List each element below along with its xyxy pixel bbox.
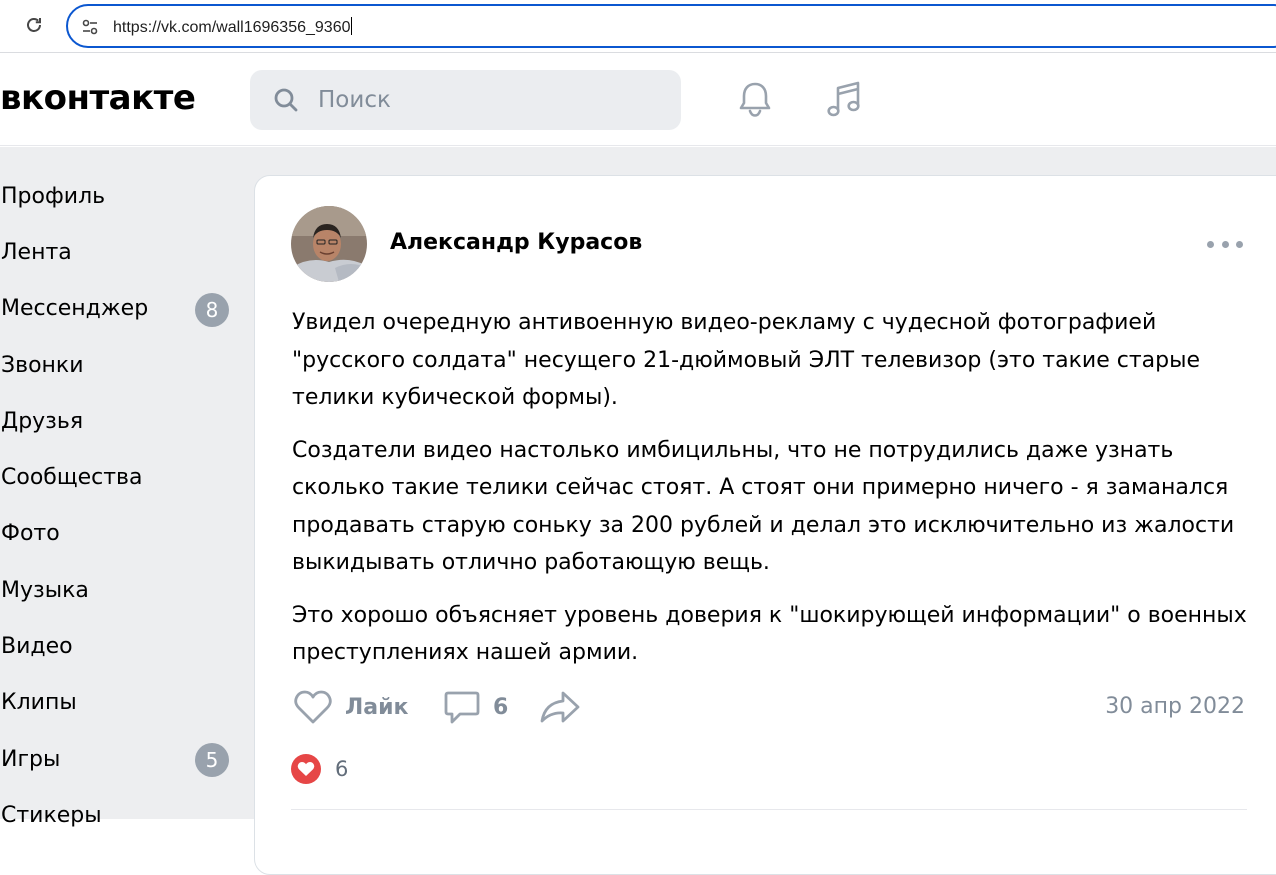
post-paragraph: Увидел очередную антивоенную видео-рекла… — [292, 310, 1200, 410]
post-card: Александр Курасов Увидел очередную антив… — [254, 175, 1276, 875]
search-icon — [274, 88, 298, 112]
share-arrow-icon — [540, 691, 580, 723]
sidebar-item-messenger[interactable]: Мессенджер 8 — [0, 281, 240, 337]
sidebar-item-music[interactable]: Музыка — [0, 562, 240, 618]
author-avatar[interactable] — [291, 206, 367, 282]
avatar-photo — [291, 206, 367, 282]
heart-outline-icon — [294, 690, 332, 724]
search-input[interactable] — [316, 70, 656, 130]
divider — [291, 809, 1247, 810]
post-paragraph: Создатели видео настолько имбицильны, чт… — [292, 437, 1235, 576]
sidebar-item-label: Стикеры — [1, 802, 102, 828]
reaction-count: 6 — [335, 757, 349, 781]
sidebar-item-label: Лента — [1, 239, 72, 265]
sidebar-item-label: Мессенджер — [1, 296, 149, 322]
sidebar-item-video[interactable]: Видео — [0, 618, 240, 674]
url-text[interactable]: https://vk.com/wall1696356_9360 — [113, 17, 353, 37]
site-header: вконтакте — [0, 54, 1276, 146]
sidebar-item-clips[interactable]: Клипы — [0, 675, 240, 731]
post-date[interactable]: 30 апр 2022 — [1105, 694, 1245, 719]
sidebar-item-label: Фото — [1, 521, 60, 547]
comment-icon — [444, 691, 480, 724]
search-box[interactable] — [250, 70, 681, 130]
post-author-name[interactable]: Александр Курасов — [390, 230, 642, 255]
more-dot-icon — [1221, 240, 1229, 248]
sidebar-item-label: Игры — [1, 746, 61, 772]
like-button[interactable]: Лайк — [293, 687, 408, 727]
post-text: Увидел очередную антивоенную видео-рекла… — [292, 304, 1267, 687]
post-actions: Лайк 6 30 апр 2022 — [293, 687, 1253, 727]
sidebar-item-photos[interactable]: Фото — [0, 506, 240, 562]
unread-count-badge: 8 — [195, 292, 229, 327]
sidebar-item-label: Профиль — [1, 183, 106, 209]
post-paragraph: Это хорошо объясняет уровень доверия к "… — [292, 602, 1247, 666]
reload-icon — [27, 18, 41, 32]
address-bar[interactable]: https://vk.com/wall1696356_9360 — [66, 4, 1276, 48]
sidebar-item-games[interactable]: Игры 5 — [0, 731, 240, 787]
text-caret — [351, 17, 353, 35]
more-dot-icon — [1207, 240, 1214, 248]
notifications-button[interactable] — [733, 78, 777, 122]
reload-button[interactable] — [22, 13, 46, 37]
more-dot-icon — [1236, 240, 1243, 248]
sidebar-item-feed[interactable]: Лента — [0, 224, 240, 280]
sidebar-item-label: Звонки — [1, 352, 84, 378]
heart-reaction-icon — [291, 754, 321, 784]
sidebar-item-calls[interactable]: Звонки — [0, 337, 240, 393]
sidebar-item-label: Клипы — [1, 690, 77, 716]
reactions-summary[interactable]: 6 — [291, 753, 348, 785]
site-info-icon[interactable] — [80, 17, 100, 37]
music-button[interactable] — [822, 78, 866, 122]
sidebar-item-label: Сообщества — [1, 465, 143, 491]
comment-button[interactable]: 6 — [443, 687, 508, 727]
like-label: Лайк — [345, 694, 409, 720]
comment-count: 6 — [493, 694, 509, 720]
browser-toolbar: https://vk.com/wall1696356_9360 — [0, 0, 1276, 53]
left-sidebar: Профиль Лента Мессенджер 8 Звонки Друзья… — [0, 168, 240, 844]
sidebar-item-label: Музыка — [1, 577, 89, 603]
share-button[interactable] — [539, 687, 581, 727]
vk-logo[interactable]: вконтакте — [0, 78, 196, 118]
games-count-badge: 5 — [195, 742, 229, 777]
post-more-options-button[interactable] — [1207, 234, 1243, 254]
music-note-icon — [827, 81, 860, 117]
sidebar-item-profile[interactable]: Профиль — [0, 168, 240, 224]
sidebar-item-label: Друзья — [1, 408, 84, 434]
sidebar-item-label: Видео — [1, 634, 73, 660]
sidebar-item-stickers[interactable]: Стикеры — [0, 787, 240, 843]
sidebar-item-friends[interactable]: Друзья — [0, 393, 240, 449]
bell-icon — [739, 82, 771, 117]
sidebar-item-communities[interactable]: Сообщества — [0, 449, 240, 505]
